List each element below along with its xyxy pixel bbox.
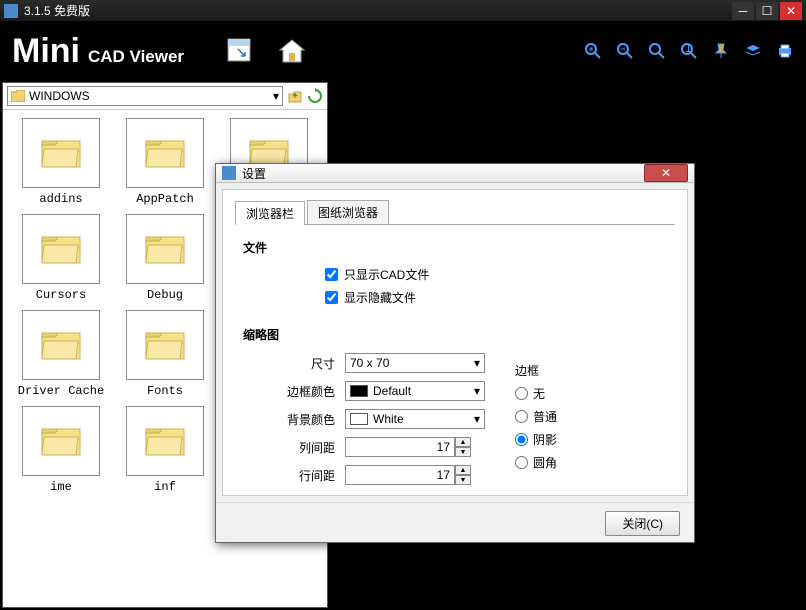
tab-browser-bar[interactable]: 浏览器栏	[235, 201, 305, 225]
folder-icon	[126, 118, 204, 188]
checkbox-only-cad[interactable]	[325, 268, 338, 281]
chevron-down-icon: ▾	[474, 384, 480, 398]
label-border: 边框	[515, 362, 675, 379]
brand-mini: Mini	[12, 32, 80, 71]
pin-icon[interactable]	[712, 42, 730, 60]
dialog-close-button[interactable]: ✕	[644, 164, 688, 182]
folder-item[interactable]: Cursors	[11, 214, 111, 302]
input-col-spacing[interactable]	[345, 437, 455, 457]
zoom-in-icon[interactable]	[584, 42, 602, 60]
section-file-title: 文件	[243, 239, 675, 256]
folder-item[interactable]: addins	[11, 118, 111, 206]
brand-logo: Mini CAD Viewer	[12, 32, 184, 71]
checkbox-show-hidden[interactable]	[325, 291, 338, 304]
spin-up-icon[interactable]: ▲	[455, 465, 471, 475]
app-icon	[4, 4, 18, 18]
spin-down-icon[interactable]: ▼	[455, 475, 471, 485]
refresh-icon[interactable]	[307, 88, 323, 104]
folder-icon	[126, 310, 204, 380]
up-folder-icon[interactable]	[287, 88, 303, 104]
document-tool-icon[interactable]	[222, 33, 258, 69]
folder-item[interactable]: AppPatch	[115, 118, 215, 206]
folder-label: AppPatch	[136, 192, 194, 206]
brand-cad: CAD Viewer	[88, 47, 184, 67]
maximize-button[interactable]: ☐	[756, 2, 778, 20]
layers-icon[interactable]	[744, 42, 762, 60]
zoom-actual-icon[interactable]: 1	[680, 42, 698, 60]
radio-border-shadow[interactable]	[515, 433, 528, 446]
folder-item[interactable]: Fonts	[115, 310, 215, 398]
path-row: WINDOWS ▾	[3, 83, 327, 110]
folder-label: Debug	[147, 288, 183, 302]
label-bg-color: 背景颜色	[255, 411, 345, 428]
label-border-color: 边框颜色	[255, 383, 345, 400]
chevron-down-icon: ▾	[273, 89, 279, 103]
minimize-button[interactable]: ─	[732, 2, 754, 20]
dialog-tabs: 浏览器栏 图纸浏览器	[235, 200, 675, 225]
folder-icon	[22, 310, 100, 380]
folder-item[interactable]: ime	[11, 406, 111, 494]
zoom-controls: 1	[584, 42, 794, 60]
close-button[interactable]: ✕	[780, 2, 802, 20]
folder-icon	[126, 214, 204, 284]
dialog-titlebar: 设置 ✕	[216, 164, 694, 183]
folder-label: Fonts	[147, 384, 183, 398]
label-show-hidden: 显示隐藏文件	[344, 289, 416, 306]
spin-up-icon[interactable]: ▲	[455, 437, 471, 447]
folder-icon	[11, 90, 25, 102]
select-bg-color[interactable]: White▾	[345, 409, 485, 429]
radio-border-none[interactable]	[515, 387, 528, 400]
folder-label: inf	[154, 480, 176, 494]
close-dialog-button[interactable]: 关闭(C)	[605, 511, 680, 536]
svg-text:1: 1	[685, 42, 692, 55]
main-titlebar: 3.1.5 免费版 ─ ☐ ✕	[0, 0, 806, 22]
chevron-down-icon: ▾	[474, 356, 480, 370]
print-icon[interactable]	[776, 42, 794, 60]
folder-item[interactable]: Debug	[115, 214, 215, 302]
home-tool-icon[interactable]	[274, 33, 310, 69]
folder-icon	[22, 406, 100, 476]
path-value: WINDOWS	[29, 89, 90, 103]
select-border-color[interactable]: Default▾	[345, 381, 485, 401]
dialog-icon	[222, 166, 236, 180]
label-only-cad: 只显示CAD文件	[344, 266, 429, 283]
section-thumbnail-title: 缩略图	[243, 326, 675, 343]
label-row-spacing: 行间距	[255, 467, 345, 484]
radio-border-rounded[interactable]	[515, 456, 528, 469]
select-size[interactable]: 70 x 70▾	[345, 353, 485, 373]
tab-drawing-browser[interactable]: 图纸浏览器	[307, 200, 389, 224]
label-size: 尺寸	[255, 355, 345, 372]
toolbar: Mini CAD Viewer 1	[0, 22, 806, 80]
folder-icon	[22, 214, 100, 284]
radio-border-normal[interactable]	[515, 410, 528, 423]
spin-down-icon[interactable]: ▼	[455, 447, 471, 457]
folder-label: ime	[50, 480, 72, 494]
window-title: 3.1.5 免费版	[24, 2, 732, 19]
zoom-out-icon[interactable]	[616, 42, 634, 60]
folder-item[interactable]: inf	[115, 406, 215, 494]
zoom-fit-icon[interactable]	[648, 42, 666, 60]
input-row-spacing[interactable]	[345, 465, 455, 485]
folder-icon	[22, 118, 100, 188]
folder-item[interactable]: Driver Cache	[11, 310, 111, 398]
chevron-down-icon: ▾	[474, 412, 480, 426]
folder-label: addins	[39, 192, 82, 206]
path-dropdown[interactable]: WINDOWS ▾	[7, 86, 283, 106]
folder-label: Cursors	[36, 288, 86, 302]
dialog-title: 设置	[242, 165, 644, 182]
swatch-black	[350, 385, 368, 397]
swatch-white	[350, 413, 368, 425]
folder-label: Driver Cache	[18, 384, 104, 398]
folder-icon	[126, 406, 204, 476]
label-col-spacing: 列间距	[255, 439, 345, 456]
settings-dialog: 设置 ✕ 浏览器栏 图纸浏览器 文件 只显示CAD文件 显示隐藏文件 缩略图 尺…	[215, 163, 695, 543]
